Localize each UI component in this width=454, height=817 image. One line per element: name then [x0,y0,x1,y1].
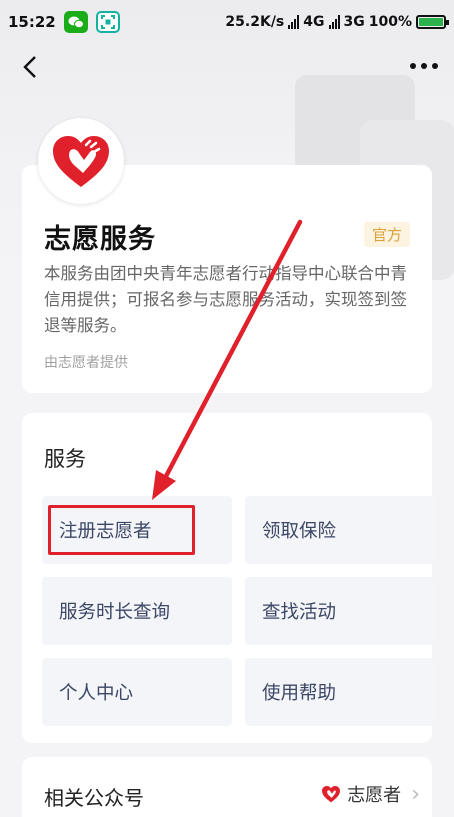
more-options-icon[interactable] [408,56,440,76]
service-provider: 由志愿者提供 [44,355,128,371]
battery-icon [416,15,449,29]
related-accounts-card[interactable]: 相关公众号 志愿者 › [22,757,432,817]
signal-icon [328,15,340,29]
network-type-2: 3G [343,14,365,30]
service-item-help[interactable]: 使用帮助 [245,658,435,726]
service-item-claim-insurance[interactable]: 领取保险 [245,496,435,564]
service-item-find-activity[interactable]: 查找活动 [245,577,435,645]
battery-percent: 100% [368,14,412,30]
service-item-personal-center[interactable]: 个人中心 [42,658,232,726]
status-bar: 15:22 25.2K/s 4G 3G 100% [0,0,454,44]
service-item-service-hours[interactable]: 服务时长查询 [42,577,232,645]
service-description: 本服务由团中央青年志愿者行动指导中心联合中青信用提供；可报名参与志愿服务活动，实… [44,264,407,335]
chevron-right-icon: › [411,781,420,807]
network-type-1: 4G [303,14,325,30]
status-time: 15:22 [8,13,56,31]
volunteer-account-icon [322,785,341,803]
wechat-notification-icon [63,11,88,33]
services-heading: 服务 [44,447,86,471]
official-badge: 官方 [363,222,410,247]
signal-icon [288,15,300,29]
highlight-box [48,505,195,555]
scan-notification-icon [95,11,120,33]
services-card: 服务 注册志愿者 领取保险 服务时长查询 查找活动 个人中心 使用帮助 [22,413,435,743]
related-account-link[interactable]: 志愿者 › [321,781,420,807]
volunteer-logo [38,118,124,204]
back-icon[interactable] [16,52,46,82]
network-speed: 25.2K/s [225,14,285,30]
service-title: 志愿服务 [44,224,156,255]
related-account-name: 志愿者 [347,785,402,806]
related-accounts-heading: 相关公众号 [44,786,144,810]
